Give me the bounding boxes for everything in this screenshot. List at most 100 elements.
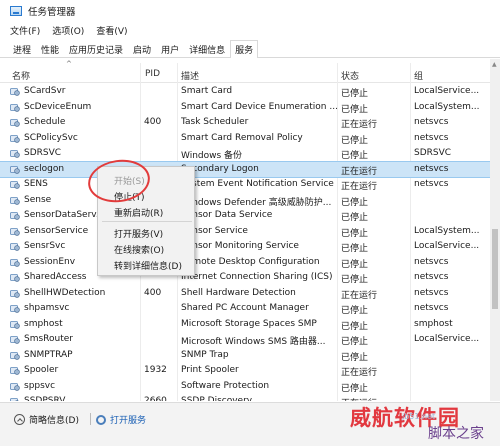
service-icon: [10, 351, 20, 360]
table-row[interactable]: Schedule 400 Task Scheduler 正在运行 netsvcs: [0, 115, 490, 131]
column-header-status[interactable]: 状态: [341, 69, 359, 82]
service-group: LocalService...: [414, 334, 480, 344]
tab-performance[interactable]: 性能: [36, 40, 64, 57]
tab-users[interactable]: 用户: [156, 40, 184, 57]
service-description: Sensor Service: [181, 225, 248, 236]
service-icon: [10, 397, 20, 401]
service-status: 正在运行: [341, 368, 378, 378]
service-icon: [10, 258, 20, 267]
table-row[interactable]: SDRSVC Windows 备份 已停止 SDRSVC: [0, 146, 490, 162]
service-group: LocalSystem...: [414, 225, 480, 236]
service-icon: [10, 366, 20, 375]
service-icon: [10, 289, 20, 298]
table-row[interactable]: SNMPTRAP SNMP Trap 已停止: [0, 348, 490, 364]
tab-services[interactable]: 服务: [230, 40, 259, 58]
table-body: SCardSvr Smart Card 已停止 LocalService... ScDe…: [0, 84, 490, 401]
service-status: 已停止: [341, 321, 369, 332]
service-status: 已停止: [341, 306, 369, 316]
tab-processes[interactable]: 进程: [8, 40, 36, 57]
service-description: Task Scheduler: [181, 117, 249, 127]
status-divider: [90, 413, 91, 425]
service-status: 已停止: [341, 89, 369, 99]
service-description: Microsoft Windows SMS 路由器...: [181, 337, 326, 347]
service-status: 已停止: [341, 135, 369, 146]
table-row[interactable]: SensorDataServ... Sensor Data Service 已停止: [0, 208, 490, 224]
service-name: SSDPSRV: [24, 396, 66, 401]
service-group: netsvcs: [414, 117, 449, 127]
tab-startup[interactable]: 启动: [128, 40, 156, 57]
service-description: Windows Defender 高级威胁防护...: [181, 197, 332, 208]
service-name: ScDeviceEnum: [24, 101, 92, 112]
service-icon: [10, 382, 20, 391]
service-group: LocalSystem...: [414, 101, 480, 112]
services-gear-icon: [96, 414, 106, 425]
service-pid: 400: [144, 117, 162, 127]
watermark-site: jb51.net: [402, 412, 436, 421]
open-services-link[interactable]: 打开服务: [96, 413, 146, 426]
table-row[interactable]: Sense Windows Defender 高级威胁防护... 已停止: [0, 193, 490, 209]
table-row[interactable]: shpamsvc Shared PC Account Manager 已停止 nets…: [0, 301, 490, 317]
menu-file[interactable]: 文件(F): [10, 24, 40, 37]
service-group: LocalService...: [414, 86, 480, 96]
service-group: netsvcs: [414, 303, 449, 313]
table-row[interactable]: ShellHWDetection 400 Shell Hardware Detect…: [0, 286, 490, 302]
service-icon: [10, 273, 20, 282]
service-name: SNMPTRAP: [24, 349, 73, 360]
service-status: 正在运行: [341, 120, 378, 130]
context-menu-open-services[interactable]: 打开服务(V): [114, 227, 163, 240]
table-row[interactable]: SharedAccess Internet Connection Sharing …: [0, 270, 490, 286]
service-group: netsvcs: [414, 256, 449, 267]
context-menu-start[interactable]: 开始(S): [114, 174, 145, 187]
service-name: Spooler: [24, 365, 59, 375]
service-group: netsvcs: [414, 272, 449, 282]
context-menu-go-to-details[interactable]: 转到详细信息(D): [114, 259, 182, 272]
service-description: Smart Card Device Enumeration ...: [181, 101, 338, 112]
column-header-name[interactable]: 名称: [12, 69, 30, 82]
table-row[interactable]: ScDeviceEnum Smart Card Device Enumeratio…: [0, 100, 490, 116]
table-row[interactable]: smphost Microsoft Storage Spaces SMP 已停止 sm…: [0, 317, 490, 333]
table-row[interactable]: SENS System Event Notification Service 正在运…: [0, 177, 490, 193]
service-status: 已停止: [341, 104, 369, 115]
table-row[interactable]: SmsRouter Microsoft Windows SMS 路由器... 已停止…: [0, 332, 490, 348]
context-menu-restart[interactable]: 重新启动(R): [114, 206, 163, 219]
table-row[interactable]: seclogon Secondary Logon 正在运行 netsvcs: [0, 160, 490, 178]
context-menu-stop[interactable]: 停止(T): [114, 190, 145, 203]
service-status: 已停止: [341, 213, 369, 223]
scroll-thumb[interactable]: [492, 229, 498, 309]
column-header-group[interactable]: 组: [414, 69, 423, 82]
service-description: Sensor Monitoring Service: [181, 241, 299, 251]
menu-bar: 文件(F) 选项(O) 查看(V): [0, 22, 500, 39]
vertical-scrollbar[interactable]: ▲: [490, 59, 500, 401]
service-group: netsvcs: [414, 132, 449, 143]
tab-details[interactable]: 详细信息: [184, 40, 230, 57]
column-header-description[interactable]: 描述: [181, 69, 199, 82]
service-description: Shell Hardware Detection: [181, 287, 296, 298]
service-icon: [10, 180, 20, 189]
fewer-details-button[interactable]: 简略信息(D): [14, 413, 79, 426]
table-row[interactable]: SensorService Sensor Service 已停止 LocalSyste…: [0, 224, 490, 240]
watermark-slogan: 脚本之家: [428, 426, 484, 442]
services-table: ^ 名称 PID 描述 状态 组 SCardSvr Smart Card 已停止 Lo…: [0, 59, 490, 401]
table-row[interactable]: SSDPSRV 2660 SSDP Discovery 正在运行: [0, 394, 490, 401]
menu-options[interactable]: 选项(O): [52, 24, 84, 37]
table-row[interactable]: Spooler 1932 Print Spooler 正在运行: [0, 363, 490, 379]
menu-view[interactable]: 查看(V): [96, 24, 127, 37]
service-description: SNMP Trap: [181, 349, 229, 360]
column-header-pid[interactable]: PID: [145, 69, 160, 79]
table-row[interactable]: SensrSvc Sensor Monitoring Service 已停止 Loca…: [0, 239, 490, 255]
tab-app-history[interactable]: 应用历史记录: [64, 40, 128, 57]
service-group: netsvcs: [414, 287, 449, 298]
service-name: smphost: [24, 318, 63, 329]
table-row[interactable]: sppsvc Software Protection 已停止: [0, 379, 490, 395]
service-status: 正在运行: [341, 396, 411, 401]
service-status: 已停止: [341, 228, 369, 239]
service-pid: 400: [144, 287, 162, 298]
service-description: SSDP Discovery: [181, 396, 253, 401]
table-header: ^ 名称 PID 描述 状态 组: [0, 59, 490, 83]
table-row[interactable]: SCardSvr Smart Card 已停止 LocalService...: [0, 84, 490, 100]
table-row[interactable]: SCPolicySvc Smart Card Removal Policy 已停止 n…: [0, 131, 490, 147]
scroll-up-arrow-icon[interactable]: ▲: [492, 61, 497, 68]
table-row[interactable]: SessionEnv Remote Desktop Configuration 已停…: [0, 255, 490, 271]
context-menu-search-online[interactable]: 在线搜索(O): [114, 243, 164, 256]
service-group: netsvcs: [414, 179, 449, 189]
